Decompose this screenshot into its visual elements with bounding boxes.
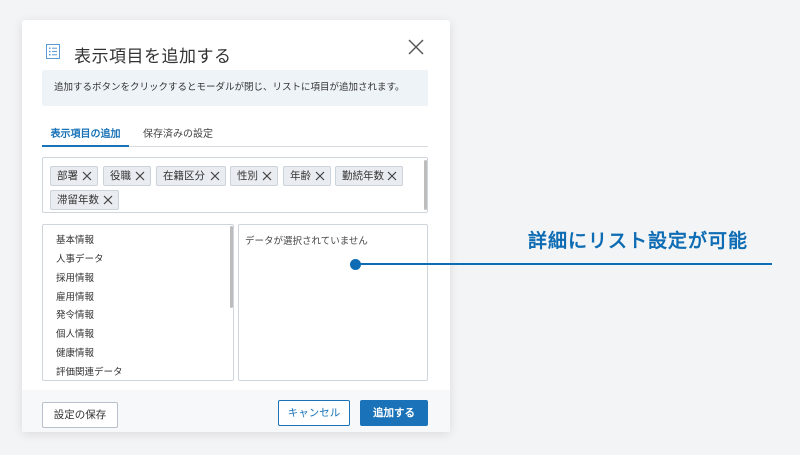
remove-chip-icon[interactable] [103,195,113,205]
chip-years-of-service: 勤続年数 [335,166,403,186]
list-icon [46,44,60,59]
chip-employment-status: 在籍区分 [156,166,226,186]
remove-chip-icon[interactable] [210,171,220,181]
close-icon[interactable] [408,39,424,55]
list-item[interactable]: 基本情報 [56,232,94,246]
chip-age: 年齢 [283,166,331,186]
cancel-button[interactable]: キャンセル [278,400,350,426]
add-display-items-modal: 表示項目を追加する 追加するボタンをクリックするとモーダルが閉じ、リストに項目が… [22,20,450,432]
chip-gender: 性別 [230,166,278,186]
chip-label: 勤続年数 [342,170,384,182]
save-settings-button[interactable]: 設定の保存 [42,402,118,428]
list-item[interactable]: 健康情報 [56,345,94,359]
chip-label: 在籍区分 [163,170,205,182]
remove-chip-icon[interactable] [82,171,92,181]
chip-label: 性別 [237,170,258,182]
chip-position: 役職 [103,166,151,186]
callout-dot [350,259,361,270]
category-list-scrollbar[interactable] [230,226,233,308]
empty-state-text: データが選択されていません [245,236,368,247]
tab-bar: 表示項目の追加 保存済みの設定 [42,120,428,147]
remove-chip-icon[interactable] [315,171,325,181]
chip-years-in-position: 滞留年数 [50,190,119,210]
list-item[interactable]: 人事データ [56,251,104,265]
tab-saved-settings[interactable]: 保存済みの設定 [143,125,213,140]
remove-chip-icon[interactable] [387,171,397,181]
info-message: 追加するボタンをクリックするとモーダルが閉じ、リストに項目が追加されます。 [42,70,428,106]
category-list: 基本情報 人事データ 採用情報 雇用情報 発令情報 個人情報 健康情報 評価関連… [42,224,234,381]
chip-label: 役職 [110,170,131,182]
list-item[interactable]: 雇用情報 [56,289,94,303]
callout-text: 詳細にリスト設定が可能 [528,230,749,252]
list-item[interactable]: 発令情報 [56,307,94,321]
tab-add-display-items[interactable]: 表示項目の追加 [42,125,129,147]
remove-chip-icon[interactable] [135,171,145,181]
modal-footer: 設定の保存 キャンセル 追加する [22,390,450,432]
chip-label: 部署 [57,170,78,182]
chip-label: 年齢 [290,170,311,182]
detail-panel: データが選択されていません [238,224,428,381]
chip-label: 滞留年数 [57,194,99,206]
modal-title: 表示項目を追加する [74,47,232,67]
add-button[interactable]: 追加する [360,400,428,426]
remove-chip-icon[interactable] [262,171,272,181]
chips-scrollbar[interactable] [424,160,427,210]
list-item[interactable]: 採用情報 [56,270,94,284]
list-item[interactable]: 個人情報 [56,326,94,340]
list-item[interactable]: 評価関連データ [56,364,123,378]
callout-line [358,263,772,265]
selected-items-box: 部署 役職 在籍区分 性別 年齢 勤続年数 滞留年数 [42,157,428,213]
chip-department: 部署 [50,166,98,186]
